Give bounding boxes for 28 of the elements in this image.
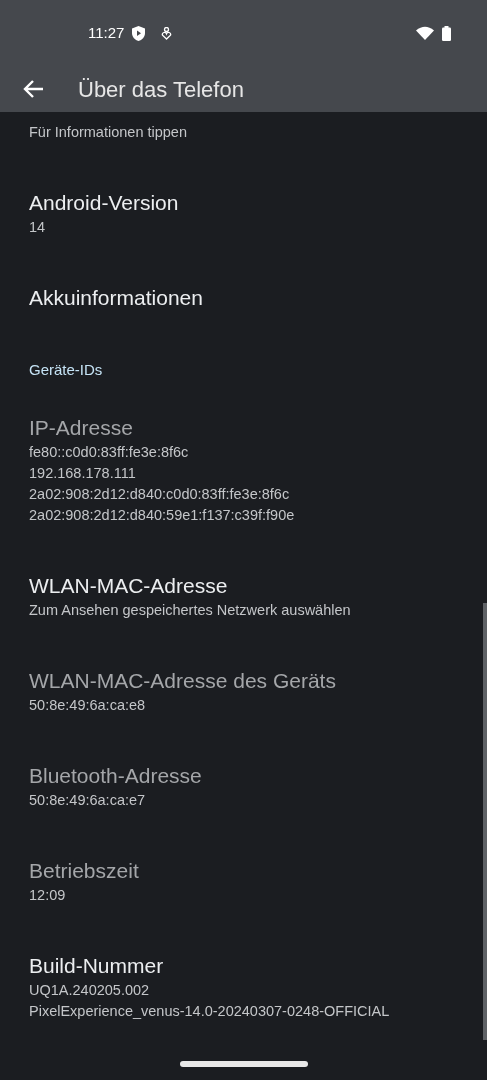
setting-summary: Für Informationen tippen xyxy=(29,123,188,142)
setting-title[interactable]: Akkuinformationen xyxy=(29,284,458,312)
setting-summary: Zum Ansehen gespeichertes Netzwerk auswählen xyxy=(29,601,352,620)
setting-title[interactable]: Android-Version xyxy=(29,189,458,217)
setting-title[interactable]: Build-Nummer xyxy=(29,952,458,980)
back-arrow-icon[interactable] xyxy=(22,79,44,99)
section-header: Geräte-IDs xyxy=(28,360,104,380)
setting-title: WLAN-MAC-Adresse des Geräts xyxy=(29,668,337,694)
setting-summary: 50:8e:49:6a:ca:e8 xyxy=(29,696,147,715)
battery-icon xyxy=(442,25,451,41)
setting-title: Betriebszeit xyxy=(29,858,140,884)
setting-summary: PixelExperience_venus-14.0-20240307-0248-OFFICIAL xyxy=(29,1002,391,1021)
setting-title: Bluetooth-Adresse xyxy=(29,763,203,789)
setting-summary: 14 xyxy=(29,218,47,237)
wifi-icon xyxy=(416,26,434,40)
setting-title: IP-Adresse xyxy=(29,415,134,441)
shield-icon xyxy=(132,25,146,41)
heart-person-icon xyxy=(161,26,173,40)
setting-summary: 2a02:908:2d12:d840:59e1:f137:c39f:f90e xyxy=(29,506,296,525)
setting-summary: fe80::c0d0:83ff:fe3e:8f6c xyxy=(29,443,190,462)
clock: 11:27 xyxy=(88,22,125,43)
screen-title: Über das Telefon xyxy=(78,75,244,104)
setting-summary: 2a02:908:2d12:d840:c0d0:83ff:fe3e:8f6c xyxy=(29,485,291,504)
setting-summary: 192.168.178.111 xyxy=(29,464,137,483)
setting-summary: 12:09 xyxy=(29,886,67,905)
setting-summary: UQ1A.240205.002 xyxy=(29,981,151,1000)
setting-title[interactable]: WLAN-MAC-Adresse xyxy=(29,572,458,600)
setting-summary: 50:8e:49:6a:ca:e7 xyxy=(29,791,147,810)
